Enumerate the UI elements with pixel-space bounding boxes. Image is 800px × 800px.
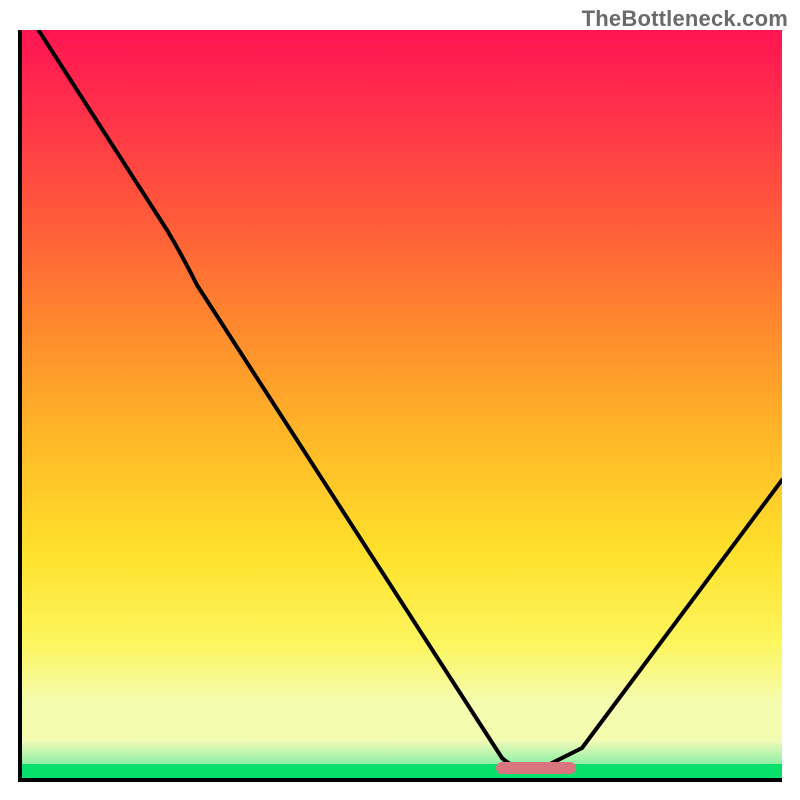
bottleneck-curve <box>22 30 782 778</box>
plot-area <box>18 30 782 782</box>
chart-root: TheBottleneck.com <box>0 0 800 800</box>
optimal-range-marker <box>496 762 576 774</box>
attribution-text: TheBottleneck.com <box>582 6 788 32</box>
